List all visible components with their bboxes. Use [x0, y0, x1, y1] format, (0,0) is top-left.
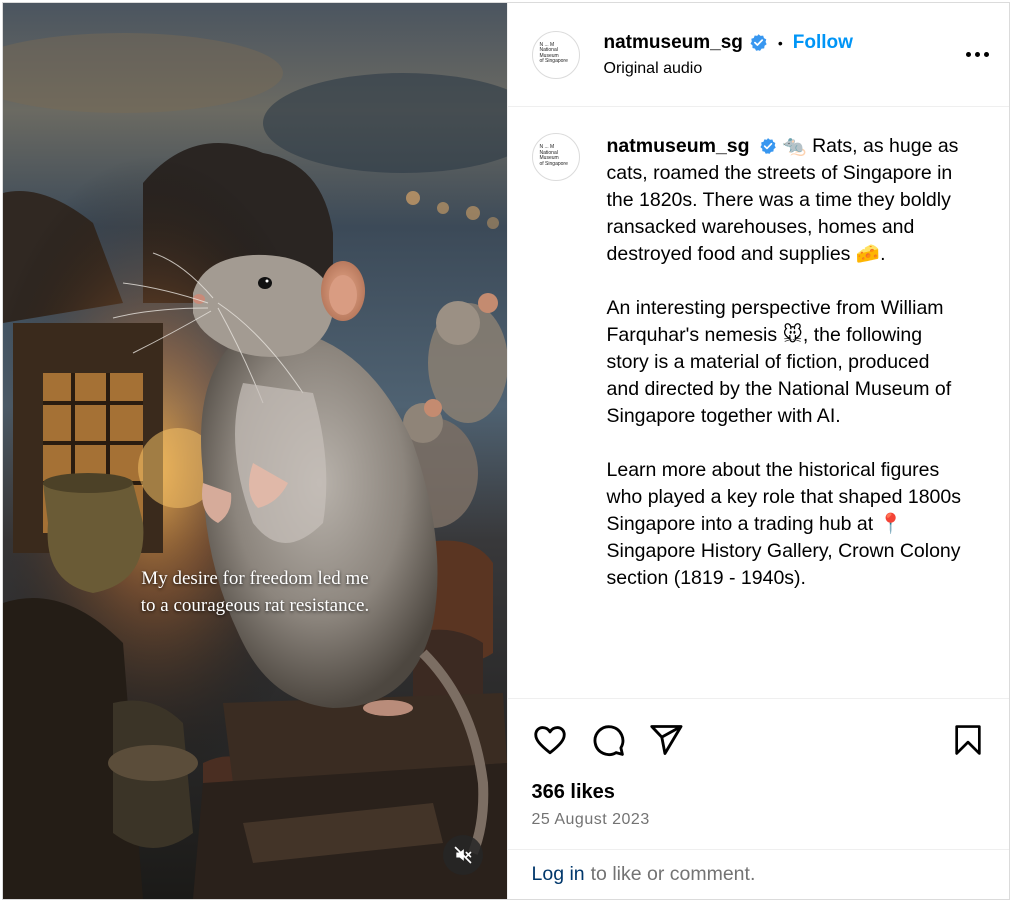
post-side-panel: N ... M National Museum of Singapore nat…	[506, 3, 1010, 899]
subtitle-line-2: to a courageous rat resistance.	[140, 595, 370, 616]
caption-paragraph-3: Learn more about the historical figures …	[606, 459, 962, 589]
verified-badge-icon	[759, 137, 777, 155]
header-username[interactable]: natmuseum_sg	[604, 32, 743, 54]
verified-badge-icon	[749, 33, 768, 52]
muted-speaker-icon	[454, 846, 472, 864]
login-prompt: Log in to like or comment.	[507, 849, 1009, 899]
post-date: 25 August 2023	[531, 811, 650, 828]
post-header: N ... M National Museum of Singapore nat…	[507, 3, 1009, 107]
like-button[interactable]	[532, 722, 568, 758]
avatar-logo: N ... M National Museum of Singapore	[539, 144, 568, 167]
comment-icon	[593, 725, 624, 756]
bookmark-icon	[955, 725, 981, 755]
profile-avatar[interactable]: N ... M National Museum of Singapore	[531, 30, 580, 79]
likes-count[interactable]: 366 likes	[508, 781, 1010, 809]
caption-username[interactable]: natmuseum_sg	[607, 135, 750, 157]
post-media-video[interactable]: My desire for freedom led me to a courag…	[3, 3, 507, 899]
heart-icon	[533, 726, 566, 755]
caption-avatar[interactable]: N ... M National Museum of Singapore	[531, 133, 580, 181]
original-audio-link[interactable]: Original audio	[604, 60, 853, 78]
login-link[interactable]: Log in	[532, 863, 585, 886]
separator-dot: •	[777, 34, 783, 51]
instagram-post: My desire for freedom led me to a courag…	[2, 2, 1010, 900]
share-icon	[649, 725, 682, 755]
more-options-icon[interactable]	[966, 44, 989, 65]
caption-paragraph-2: An interesting perspective from William …	[606, 297, 952, 427]
header-text: natmuseum_sg • Follow Original audio	[604, 32, 853, 78]
comment-button[interactable]	[590, 722, 626, 758]
follow-button[interactable]: Follow	[793, 32, 853, 54]
caption-paragraph-1: natmuseum_sg 🐀 Rats, as huge as cats, ro…	[607, 133, 963, 268]
avatar-logo: N ... M National Museum of Singapore	[539, 41, 568, 64]
share-button[interactable]	[648, 722, 684, 758]
video-subtitle: My desire for freedom led me to a courag…	[3, 565, 507, 619]
caption-section: N ... M National Museum of Singapore nat…	[507, 107, 1009, 699]
mute-toggle-button[interactable]	[443, 835, 483, 875]
login-prompt-text: to like or comment.	[590, 863, 756, 885]
video-frame-image	[3, 3, 507, 899]
save-button[interactable]	[951, 723, 985, 757]
post-caption: natmuseum_sg 🐀 Rats, as huge as cats, ro…	[607, 133, 963, 698]
subtitle-line-1: My desire for freedom led me	[141, 568, 369, 589]
action-bar	[508, 699, 1010, 781]
